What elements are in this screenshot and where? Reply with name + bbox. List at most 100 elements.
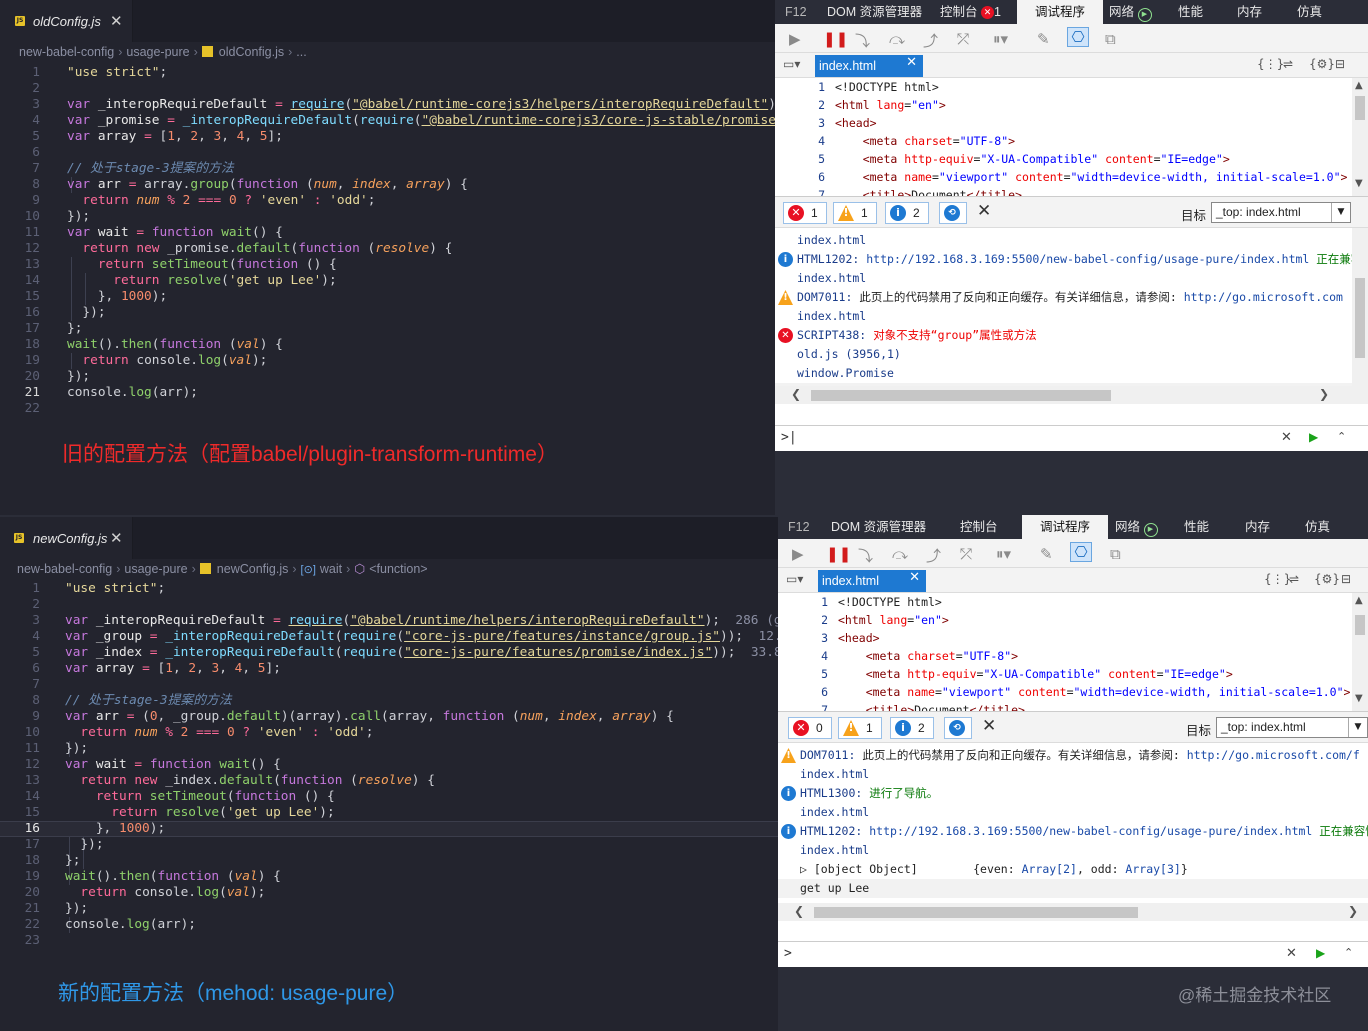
- pause-icon[interactable]: ❚❚: [823, 30, 848, 48]
- console-source-link[interactable]: index.html: [775, 231, 1368, 250]
- expand-icon[interactable]: ⌃: [1337, 430, 1346, 443]
- crumb-subfolder[interactable]: usage-pure: [126, 45, 189, 59]
- clear-console-icon[interactable]: ✕: [977, 201, 991, 221]
- clear-input-icon[interactable]: ✕: [1286, 946, 1297, 961]
- word-wrap-icon[interactable]: ⇌: [1283, 57, 1293, 71]
- step-out-icon[interactable]: ⤴: [926, 545, 941, 566]
- console-output[interactable]: ! DOM7011: 此页上的代码禁用了反向和正向缓存。有关详细信息，请参阅: h…: [778, 743, 1368, 921]
- vertical-scrollbar[interactable]: ▲ ▼: [1352, 593, 1368, 711]
- tab-dom-explorer[interactable]: DOM 资源管理器: [827, 0, 922, 24]
- step-into-icon[interactable]: ⤵: [855, 30, 870, 51]
- console-input[interactable]: > ✕ ▶ ⌃: [778, 941, 1368, 967]
- tab-emulation[interactable]: 仿真: [1305, 515, 1330, 539]
- target-select[interactable]: _top: index.html ▼: [1211, 202, 1351, 223]
- async-callstack-icon[interactable]: ⧉: [1110, 545, 1121, 563]
- crumb-symbol[interactable]: wait: [320, 562, 342, 576]
- folder-icon[interactable]: ▭▾: [786, 572, 803, 586]
- source-map-icon[interactable]: {⚙}: [1314, 572, 1340, 586]
- tab-f12[interactable]: F12: [785, 0, 807, 24]
- close-icon[interactable]: ✕: [110, 12, 123, 30]
- console-horizontal-scrollbar[interactable]: ❮ ❯: [775, 386, 1368, 404]
- word-wrap-icon[interactable]: ⇌: [1289, 572, 1299, 586]
- toggle-panel-icon[interactable]: ⊟: [1335, 57, 1345, 71]
- break-on-new-worker-icon[interactable]: ⤱: [960, 545, 972, 563]
- console-url-link[interactable]: http://192.168.3.169:5500/new-babel-conf…: [869, 824, 1312, 838]
- tab-console[interactable]: 控制台: [960, 515, 998, 539]
- crumb-folder[interactable]: new-babel-config: [19, 45, 114, 59]
- source-view[interactable]: 1 <!DOCTYPE html> 2 <html lang="en"> 3 <hea…: [775, 78, 1368, 197]
- run-icon[interactable]: ▶: [1316, 946, 1325, 960]
- tab-memory[interactable]: 内存: [1237, 0, 1262, 24]
- expand-icon[interactable]: ⌃: [1344, 946, 1353, 959]
- crumb-more[interactable]: ...: [296, 45, 306, 59]
- just-my-code-icon[interactable]: ⎔: [1070, 542, 1092, 562]
- clear-console-icon[interactable]: ✕: [982, 716, 996, 736]
- console-source-link[interactable]: old.js (3956,1): [775, 345, 1368, 364]
- console-source-link[interactable]: index.html: [778, 841, 1368, 860]
- tab-new-config[interactable]: JS newConfig.js ✕: [0, 517, 133, 559]
- toggle-panel-icon[interactable]: ⊟: [1341, 572, 1351, 586]
- vertical-scrollbar[interactable]: ▲ ▼: [1352, 78, 1368, 196]
- crumb-file[interactable]: oldConfig.js: [219, 45, 284, 59]
- crumb-file[interactable]: newConfig.js: [217, 562, 289, 576]
- info-filter-button[interactable]: i2: [890, 717, 934, 739]
- close-icon[interactable]: ✕: [906, 55, 917, 70]
- step-over-icon[interactable]: ⤼: [892, 545, 908, 563]
- warnings-filter-button[interactable]: ! 1: [838, 717, 882, 739]
- pretty-print-icon[interactable]: {⋮}: [1264, 572, 1291, 586]
- folder-icon[interactable]: ▭▾: [783, 57, 800, 71]
- console-object-output[interactable]: ▷ [object Object] {even: Array[2], odd: …: [778, 860, 1368, 879]
- tab-old-config[interactable]: JS oldConfig.js ✕: [0, 0, 133, 42]
- file-tab-index[interactable]: index.html ✕: [815, 55, 923, 77]
- async-callstack-icon[interactable]: ⧉: [1105, 30, 1116, 48]
- console-vertical-scrollbar[interactable]: [1352, 228, 1368, 386]
- file-tab-index[interactable]: index.html ✕: [818, 570, 926, 592]
- clear-on-navigate-button[interactable]: ⟲: [939, 202, 967, 224]
- step-into-icon[interactable]: ⤵: [858, 545, 873, 566]
- disable-breakpoints-icon[interactable]: ✎: [1040, 545, 1053, 563]
- info-filter-button[interactable]: i2: [885, 202, 929, 224]
- run-icon[interactable]: ▶: [1309, 430, 1318, 444]
- target-select[interactable]: _top: index.html ▼: [1216, 717, 1368, 738]
- code-area[interactable]: 1 "use strict"; 2 3 var _interopRequireDef…: [0, 581, 778, 949]
- tab-console[interactable]: 控制台 ✕ 1: [940, 0, 1001, 24]
- tab-performance[interactable]: 性能: [1184, 515, 1209, 539]
- source-map-icon[interactable]: {⚙}: [1309, 57, 1335, 71]
- crumb-function[interactable]: <function>: [369, 562, 427, 576]
- tab-dom-explorer[interactable]: DOM 资源管理器: [831, 515, 926, 539]
- disable-breakpoints-icon[interactable]: ✎: [1037, 30, 1050, 48]
- console-horizontal-scrollbar[interactable]: ❮ ❯: [778, 903, 1368, 921]
- step-out-icon[interactable]: ⤴: [923, 30, 938, 51]
- just-my-code-icon[interactable]: ⎔: [1067, 27, 1089, 47]
- tab-performance[interactable]: 性能: [1178, 0, 1203, 24]
- exception-behavior-icon[interactable]: ⏸▾: [993, 30, 1008, 48]
- tab-network[interactable]: 网络 ▶: [1109, 0, 1152, 24]
- errors-filter-button[interactable]: ✕ 0: [788, 717, 832, 739]
- tab-emulation[interactable]: 仿真: [1297, 0, 1322, 24]
- console-source-link[interactable]: index.html: [775, 269, 1368, 288]
- code-area[interactable]: 1 "use strict"; 2 3 var _interopRequireDef…: [0, 65, 775, 417]
- tab-debugger[interactable]: 调试程序: [1022, 515, 1109, 539]
- console-input[interactable]: >| ✕ ▶ ⌃: [775, 425, 1368, 451]
- close-icon[interactable]: ✕: [110, 529, 123, 547]
- exception-behavior-icon[interactable]: ⏸▾: [996, 545, 1011, 563]
- close-icon[interactable]: ✕: [909, 570, 920, 585]
- console-source-link[interactable]: index.html: [778, 765, 1368, 784]
- continue-icon[interactable]: ▶: [792, 545, 804, 563]
- console-url-link[interactable]: http://go.microsoft.com: [1184, 290, 1343, 304]
- tab-memory[interactable]: 内存: [1245, 515, 1270, 539]
- clear-on-navigate-button[interactable]: ⟲: [944, 717, 972, 739]
- console-source-link[interactable]: index.html: [775, 307, 1368, 326]
- continue-icon[interactable]: ▶: [789, 30, 801, 48]
- break-on-new-worker-icon[interactable]: ⤱: [957, 30, 969, 48]
- pretty-print-icon[interactable]: {⋮}: [1257, 57, 1284, 71]
- console-url-link[interactable]: http://192.168.3.169:5500/new-babel-conf…: [866, 252, 1309, 266]
- clear-input-icon[interactable]: ✕: [1281, 430, 1292, 445]
- crumb-subfolder[interactable]: usage-pure: [124, 562, 187, 576]
- errors-filter-button[interactable]: ✕ 1: [783, 202, 827, 224]
- pause-icon[interactable]: ❚❚: [826, 545, 851, 563]
- console-source-link[interactable]: index.html: [778, 803, 1368, 822]
- crumb-folder[interactable]: new-babel-config: [17, 562, 112, 576]
- warnings-filter-button[interactable]: ! 1: [833, 202, 877, 224]
- tab-f12[interactable]: F12: [788, 515, 810, 539]
